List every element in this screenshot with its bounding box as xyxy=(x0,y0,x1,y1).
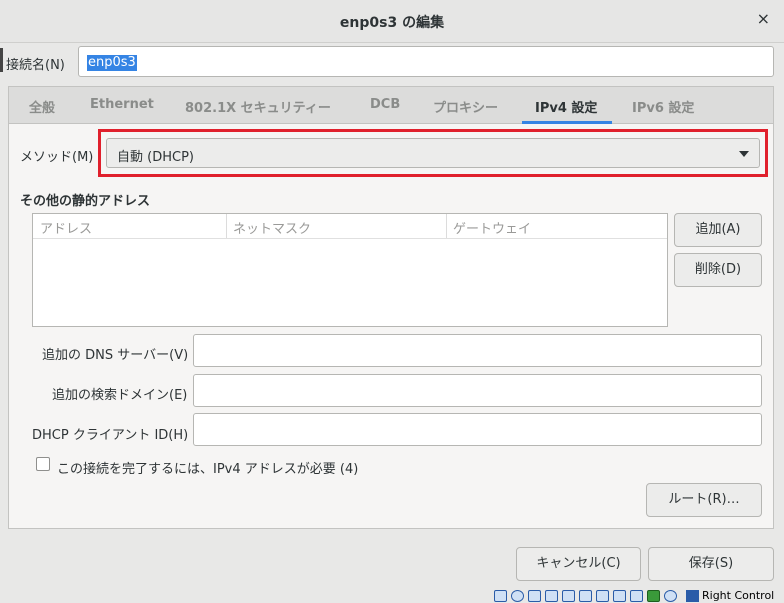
search-domains-input[interactable] xyxy=(193,374,762,407)
cancel-button[interactable]: キャンセル(C) xyxy=(516,547,641,581)
highlight-box xyxy=(98,129,768,177)
close-icon[interactable]: × xyxy=(757,9,770,28)
tab-general[interactable]: 全般 xyxy=(29,97,55,116)
static-addresses-heading: その他の静的アドレス xyxy=(20,194,151,209)
title-bar: enp0s3 の編集 × xyxy=(0,0,784,43)
connection-name-value: enp0s3 xyxy=(87,55,137,71)
network-icon[interactable] xyxy=(545,590,558,602)
usb-icon[interactable] xyxy=(562,590,575,602)
add-address-button[interactable]: 追加(A) xyxy=(674,213,762,247)
tab-dcb[interactable]: DCB xyxy=(370,97,400,112)
column-header-address[interactable]: アドレス xyxy=(40,218,92,237)
require-ipv4-label[interactable]: この接続を完了するには、IPv4 アドレスが必要 (4) xyxy=(57,458,358,477)
tab-bar: 全般 Ethernet 802.1X セキュリティー DCB プロキシー IPv… xyxy=(8,86,774,124)
delete-address-button[interactable]: 削除(D) xyxy=(674,253,762,287)
tab-8021x-security[interactable]: 802.1X セキュリティー xyxy=(185,97,331,116)
shared-folder-icon[interactable] xyxy=(579,590,592,602)
dns-servers-input[interactable] xyxy=(193,334,762,367)
column-header-gateway[interactable]: ゲートウェイ xyxy=(453,218,531,237)
column-header-netmask[interactable]: ネットマスク xyxy=(233,218,311,237)
mouse-integration-icon[interactable] xyxy=(664,590,677,602)
save-button[interactable]: 保存(S) xyxy=(648,547,774,581)
tab-ipv6-settings[interactable]: IPv6 設定 xyxy=(632,97,694,116)
column-divider xyxy=(226,214,227,238)
video-capture-icon[interactable] xyxy=(613,590,626,602)
display-icon[interactable] xyxy=(596,590,609,602)
tab-ethernet[interactable]: Ethernet xyxy=(90,97,154,112)
optical-drive-icon[interactable] xyxy=(511,590,524,602)
vm-status-bar: Right Control xyxy=(490,589,784,603)
search-domains-label: 追加の検索ドメイン(E) xyxy=(52,388,188,403)
header-divider xyxy=(33,238,667,239)
host-key-label: Right Control xyxy=(702,589,775,602)
host-key-arrow-icon xyxy=(686,590,699,602)
connection-name-input[interactable]: enp0s3 xyxy=(78,46,774,77)
column-divider xyxy=(446,214,447,238)
tab-proxy[interactable]: プロキシー xyxy=(433,97,498,116)
connection-name-label: 接続名(N) xyxy=(6,58,65,73)
method-label: メソッド(M) xyxy=(20,150,94,165)
tab-ipv4-settings[interactable]: IPv4 設定 xyxy=(535,97,597,116)
audio-icon[interactable] xyxy=(528,590,541,602)
routes-button[interactable]: ルート(R)… xyxy=(646,483,762,517)
require-ipv4-checkbox[interactable] xyxy=(36,457,50,471)
dhcp-client-id-input[interactable] xyxy=(193,413,762,446)
dns-servers-label: 追加の DNS サーバー(V) xyxy=(42,348,189,363)
addresses-table[interactable]: アドレス ネットマスク ゲートウェイ xyxy=(32,213,668,327)
cpu-activity-icon[interactable] xyxy=(647,590,660,602)
window-edge xyxy=(0,48,3,72)
window-title: enp0s3 の編集 xyxy=(339,15,445,31)
hard-disk-icon[interactable] xyxy=(494,590,507,602)
recording-icon[interactable] xyxy=(630,590,643,602)
dhcp-client-id-label: DHCP クライアント ID(H) xyxy=(32,428,189,443)
